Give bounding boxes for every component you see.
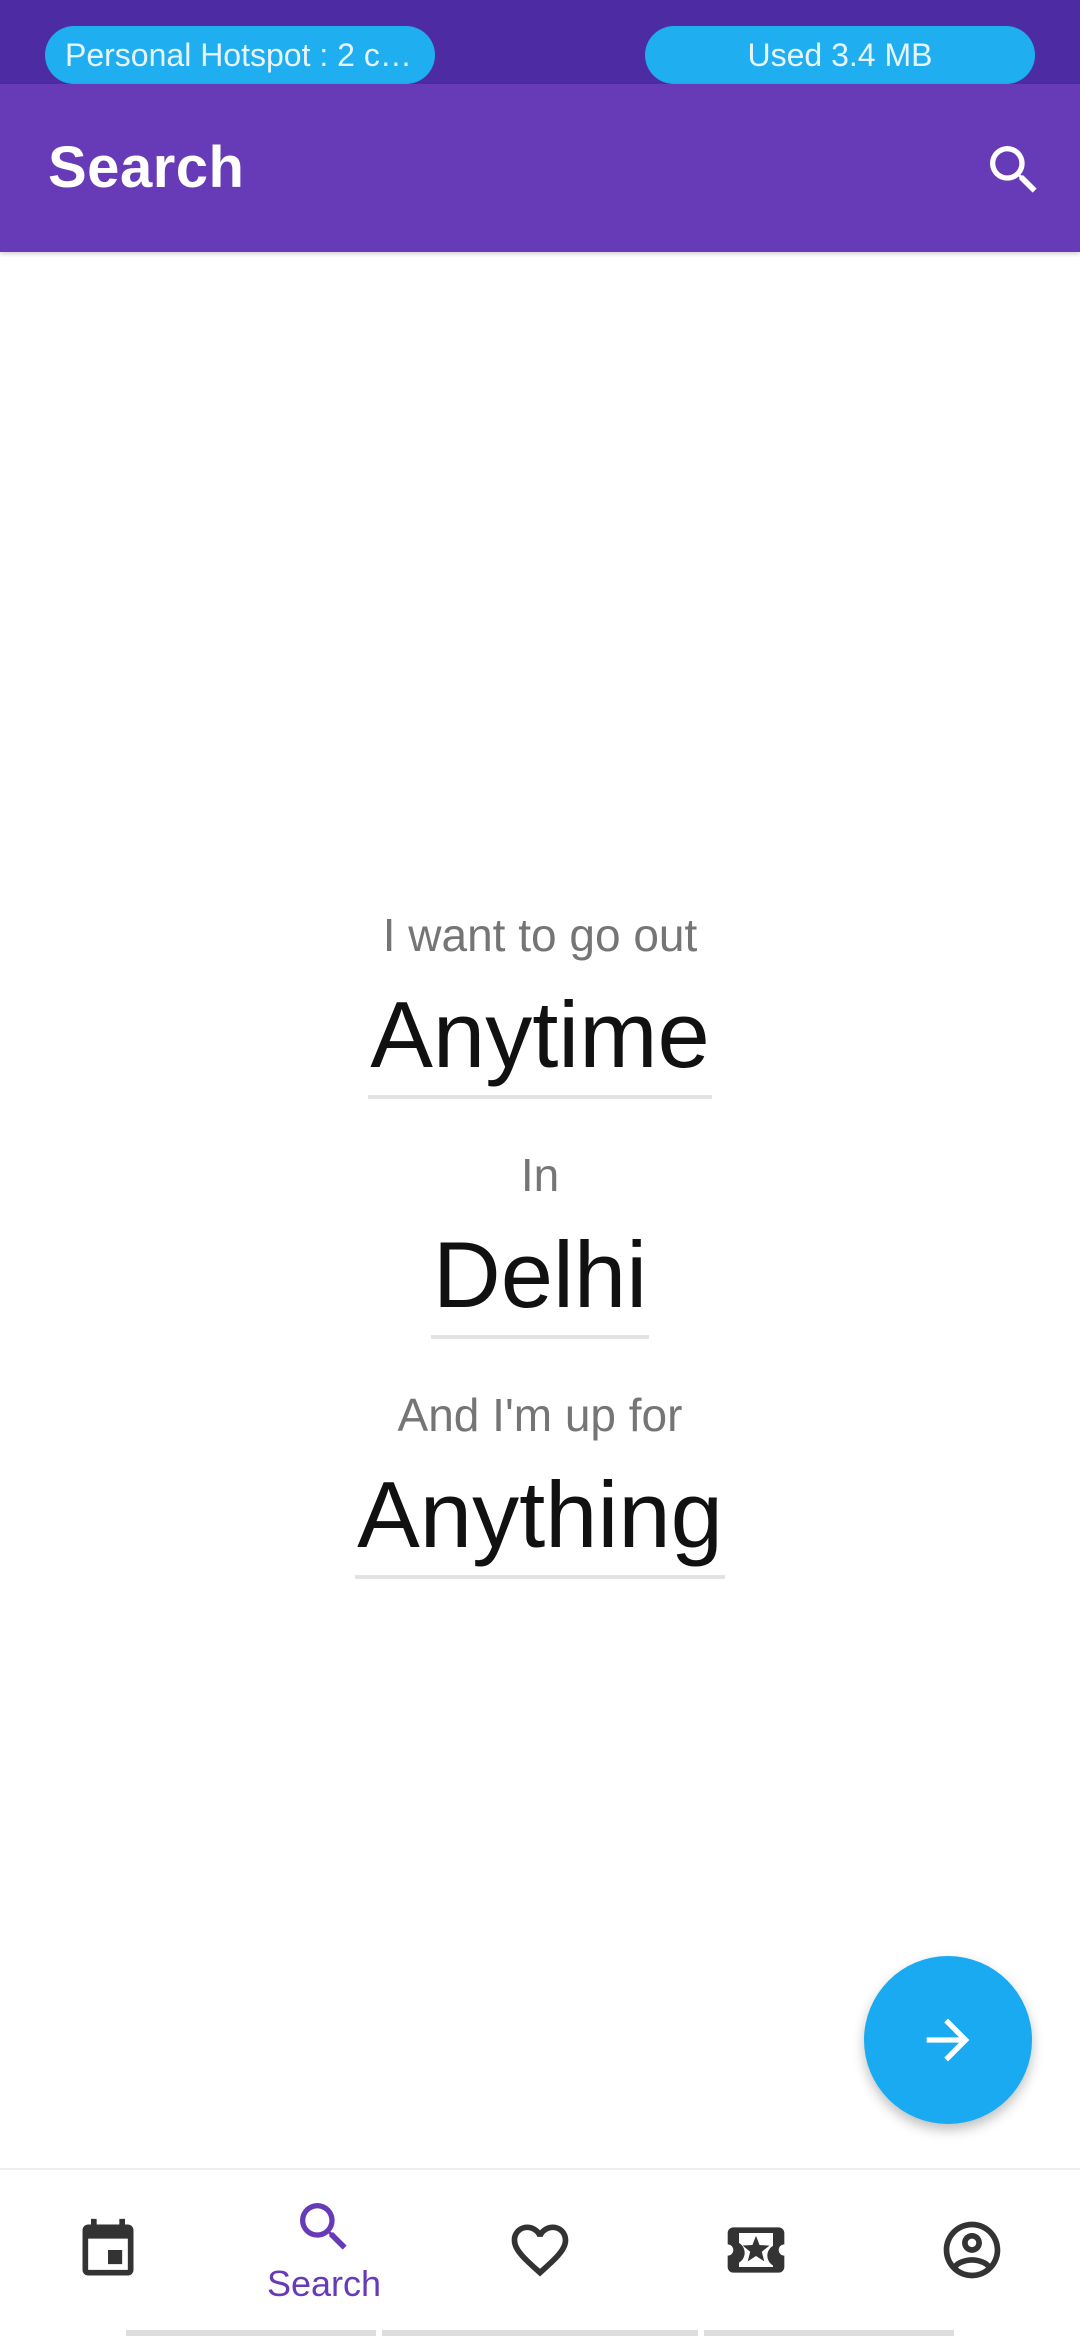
where-choice-row: Delhi: [0, 1215, 1080, 1339]
nav-item-search[interactable]: Search: [216, 2170, 432, 2330]
nav-item-favorites[interactable]: [432, 2170, 648, 2330]
bottom-navigation: Search: [0, 2168, 1080, 2342]
category-selector[interactable]: Anything: [355, 1455, 725, 1579]
search-button[interactable]: [978, 134, 1050, 206]
go-button[interactable]: [864, 1956, 1032, 2124]
nav-item-calendar[interactable]: [0, 2170, 216, 2330]
where-prompt: In: [520, 1149, 560, 1201]
when-prompt-row: I want to go out: [0, 905, 1080, 965]
what-prompt-row: And I'm up for: [0, 1385, 1080, 1445]
arrow-right-icon: [926, 2018, 970, 2062]
gesture-hint-left: [126, 2330, 376, 2336]
page-title: Search: [48, 135, 245, 200]
search-icon: [300, 2203, 347, 2250]
search-icon: [990, 146, 1037, 193]
hotspot-pill[interactable]: Personal Hotspot : 2 co...: [45, 26, 435, 84]
account-circle-icon: [943, 2221, 1001, 2279]
heart-icon: [511, 2224, 569, 2277]
when-choice-row: Anytime: [0, 975, 1080, 1099]
what-prompt: And I'm up for: [397, 1389, 683, 1441]
when-prompt: I want to go out: [382, 909, 698, 961]
gesture-hint-right: [704, 2330, 954, 2336]
status-bar: Personal Hotspot : 2 co... Used 3.4 MB: [0, 0, 1080, 84]
nav-label-search: Search: [266, 2263, 382, 2304]
nav-item-profile[interactable]: [864, 2170, 1080, 2330]
app-bar: Search: [0, 84, 1080, 252]
when-selector[interactable]: Anytime: [368, 975, 712, 1099]
calendar-icon: [82, 2218, 134, 2276]
ticket-star-icon: [727, 2227, 785, 2273]
data-usage-pill[interactable]: Used 3.4 MB: [645, 26, 1035, 84]
what-choice-row: Anything: [0, 1455, 1080, 1579]
nav-item-tickets[interactable]: [648, 2170, 864, 2330]
where-prompt-row: In: [0, 1145, 1080, 1205]
city-selector[interactable]: Delhi: [430, 1215, 650, 1339]
gesture-hint-center: [382, 2330, 698, 2336]
